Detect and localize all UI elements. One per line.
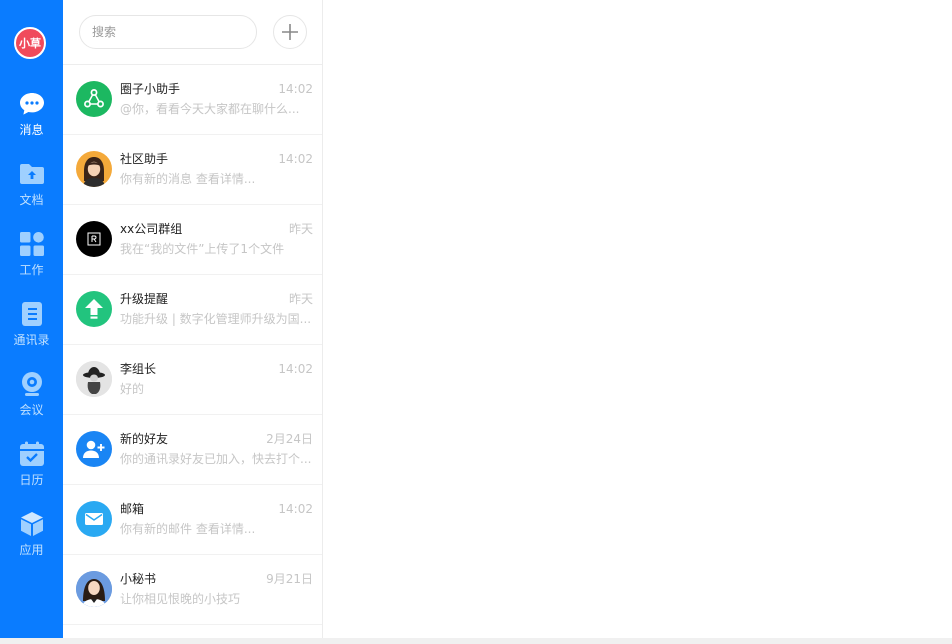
- cube-icon: [19, 511, 45, 537]
- mail-icon: [76, 501, 112, 537]
- conversation-name: 小秘书: [120, 572, 157, 586]
- company-logo-icon: [76, 221, 112, 257]
- circle-share-icon: [76, 81, 112, 117]
- hat-man-avatar: [76, 361, 112, 397]
- nav-label-calendar: 日历: [19, 473, 44, 487]
- conversation-time: 9月21日: [266, 572, 313, 586]
- chat-content-area: [323, 0, 952, 638]
- upload-arrow-icon: [76, 291, 112, 327]
- nav-label-messages: 消息: [19, 123, 44, 137]
- webcam-icon: [19, 371, 45, 397]
- conversation-preview: 你有新的邮件 查看详情...: [120, 522, 256, 536]
- nav-label-docs: 文档: [19, 193, 44, 207]
- add-button[interactable]: [273, 15, 307, 49]
- list-item[interactable]: 新的好友 2月24日 你的通讯录好友已加入，快去打个...: [63, 415, 322, 485]
- conversation-name: 升级提醒: [120, 292, 169, 306]
- nav-label-meeting: 会议: [19, 403, 44, 417]
- search-input[interactable]: [79, 15, 257, 49]
- chat-bubble-icon: [19, 91, 45, 117]
- user-avatar[interactable]: 小草: [14, 27, 46, 59]
- conversation-name: 邮箱: [120, 502, 145, 516]
- conversation-list-panel: 圈子小助手 14:02 @你，看看今天大家都在聊什么... 社区助手 14:02…: [63, 0, 323, 638]
- conversation-time: 昨天: [288, 292, 313, 306]
- nav-label-work: 工作: [19, 263, 44, 277]
- conversation-preview: 你有新的消息 查看详情...: [120, 172, 256, 186]
- conversation-preview: 你的通讯录好友已加入，快去打个...: [120, 452, 312, 466]
- secretary-avatar: [76, 571, 112, 607]
- conversation-preview: 功能升级 | 数字化管理师升级为国...: [120, 312, 312, 326]
- plus-icon: [282, 24, 298, 40]
- list-item[interactable]: 升级提醒 昨天 功能升级 | 数字化管理师升级为国...: [63, 275, 322, 345]
- conversation-preview: 好的: [120, 382, 145, 396]
- folder-upload-icon: [19, 161, 45, 187]
- conversation-preview: @你，看看今天大家都在聊什么...: [120, 102, 300, 116]
- user-avatar-text: 小草: [19, 37, 41, 50]
- nav-label-apps: 应用: [19, 543, 44, 557]
- conversation-name: 圈子小助手: [120, 82, 181, 96]
- list-item[interactable]: 圈子小助手 14:02 @你，看看今天大家都在聊什么...: [63, 65, 322, 135]
- conversation-name: xx公司群组: [120, 222, 183, 236]
- conversation-time: 14:02: [278, 502, 313, 516]
- conversation-preview: 我在“我的文件”上传了1个文件: [120, 242, 285, 256]
- conversation-name: 社区助手: [120, 152, 169, 166]
- conversation-time: 2月24日: [266, 432, 313, 446]
- list-item[interactable]: 小秘书 9月21日 让你相见恨晚的小技巧: [63, 555, 322, 625]
- nav-item-docs[interactable]: 文档: [0, 161, 63, 221]
- conversation-time: 14:02: [278, 362, 313, 376]
- nav-item-meeting[interactable]: 会议: [0, 371, 63, 431]
- list-item[interactable]: xx公司群组 昨天 我在“我的文件”上传了1个文件: [63, 205, 322, 275]
- list-item[interactable]: 社区助手 14:02 你有新的消息 查看详情...: [63, 135, 322, 205]
- left-nav: 小草 消息 文档 工作 通讯录 会议 日历 应用: [0, 0, 63, 638]
- nav-item-apps[interactable]: 应用: [0, 511, 63, 571]
- woman-avatar: [76, 151, 112, 187]
- app-window: 小草 消息 文档 工作 通讯录 会议 日历 应用 搜索 圈子小助手 14:02 …: [0, 0, 952, 638]
- conversation-preview: 让你相见恨晚的小技巧: [120, 592, 241, 606]
- list-item[interactable]: 邮箱 14:02 你有新的邮件 查看详情...: [63, 485, 322, 555]
- conversation-time: 昨天: [288, 222, 313, 236]
- conversation-time: 14:02: [278, 152, 313, 166]
- conversation-name: 新的好友: [120, 432, 169, 446]
- list-item[interactable]: 李组长 14:02 好的: [63, 345, 322, 415]
- apps-grid-icon: [19, 231, 45, 257]
- nav-item-contacts[interactable]: 通讯录: [0, 301, 63, 361]
- nav-label-contacts: 通讯录: [13, 333, 50, 347]
- nav-item-messages[interactable]: 消息: [0, 91, 63, 151]
- calendar-check-icon: [19, 441, 45, 467]
- conversation-name: 李组长: [120, 362, 157, 376]
- contacts-book-icon: [19, 301, 45, 327]
- add-friend-icon: [76, 431, 112, 467]
- nav-item-calendar[interactable]: 日历: [0, 441, 63, 501]
- nav-item-work[interactable]: 工作: [0, 231, 63, 291]
- conversation-time: 14:02: [278, 82, 313, 96]
